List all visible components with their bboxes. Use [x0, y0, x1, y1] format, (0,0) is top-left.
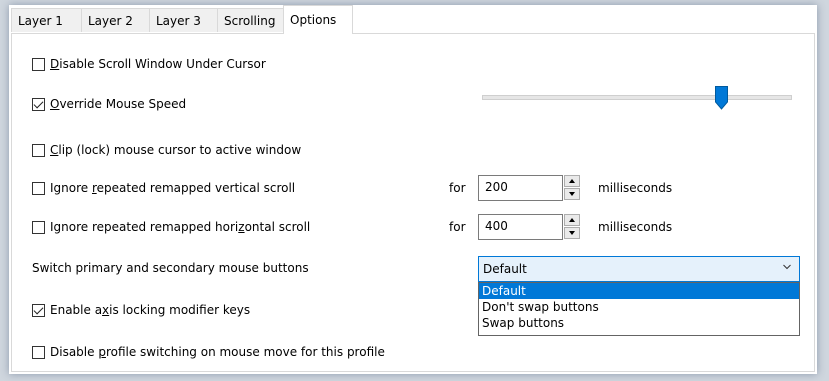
- ignore-horizontal-checkbox[interactable]: [32, 220, 45, 234]
- axis-locking-option[interactable]: Enable axis locking modifier keys: [32, 301, 250, 319]
- ignore-vertical-option[interactable]: Ignore repeated remapped vertical scroll: [32, 179, 295, 197]
- tab-options[interactable]: Options: [283, 5, 353, 34]
- clip-cursor-option[interactable]: Clip (lock) mouse cursor to active windo…: [32, 141, 301, 159]
- checkmark-icon: [33, 304, 44, 314]
- switch-buttons-select[interactable]: Default: [478, 256, 800, 282]
- vertical-for-label: for: [449, 181, 466, 195]
- vertical-spin-up-button[interactable]: [564, 175, 580, 187]
- tab-layer-2[interactable]: Layer 2: [81, 8, 150, 32]
- arrow-up-icon: [569, 179, 575, 183]
- switch-buttons-dropdown-list: Default Don't swap buttons Swap buttons: [478, 282, 800, 336]
- chevron-down-icon: [783, 264, 791, 270]
- vertical-ms-unit: milliseconds: [598, 181, 673, 195]
- override-mouse-speed-checkbox[interactable]: [32, 97, 45, 111]
- disable-profile-switching-checkbox[interactable]: [32, 345, 45, 359]
- override-mouse-speed-label: Override Mouse Speed: [50, 97, 187, 111]
- ignore-vertical-checkbox[interactable]: [32, 181, 45, 195]
- mouse-speed-slider-track[interactable]: [482, 95, 792, 100]
- horizontal-for-label: for: [449, 220, 466, 234]
- disable-scroll-window-label: Disable Scroll Window Under Cursor: [50, 57, 266, 71]
- arrow-down-icon: [569, 192, 575, 196]
- tab-layer-1[interactable]: Layer 1: [11, 8, 82, 32]
- tab-options-label: Options: [290, 13, 337, 27]
- tab-layer-2-label: Layer 2: [88, 14, 133, 28]
- options-dialog: Layer 1 Layer 2 Layer 3 Scrolling Option…: [9, 5, 817, 374]
- tab-scrolling-label: Scrolling: [224, 14, 276, 28]
- tab-layer-3-label: Layer 3: [156, 14, 201, 28]
- disable-profile-switching-label: Disable profile switching on mouse move …: [50, 345, 385, 359]
- vertical-spin-down-button[interactable]: [564, 188, 580, 200]
- switch-buttons-selected-value: Default: [483, 262, 527, 276]
- ignore-horizontal-option[interactable]: Ignore repeated remapped horizontal scro…: [32, 218, 310, 236]
- checkmark-icon: [33, 98, 44, 108]
- horizontal-spin-down-button[interactable]: [564, 227, 580, 239]
- vertical-ms-spinner: [563, 175, 581, 201]
- horizontal-ms-input[interactable]: 400: [478, 214, 563, 240]
- options-panel: Disable Scroll Window Under Cursor Overr…: [11, 33, 815, 372]
- horizontal-ms-spinner: [563, 214, 581, 240]
- horizontal-spin-up-button[interactable]: [564, 214, 580, 226]
- disable-scroll-window-checkbox[interactable]: [32, 57, 45, 71]
- mouse-speed-slider-thumb[interactable]: [715, 86, 728, 110]
- ignore-horizontal-label: Ignore repeated remapped horizontal scro…: [50, 220, 311, 234]
- disable-scroll-window-option[interactable]: Disable Scroll Window Under Cursor: [32, 55, 266, 73]
- axis-locking-label: Enable axis locking modifier keys: [50, 303, 251, 317]
- vertical-ms-input[interactable]: 200: [478, 175, 563, 201]
- arrow-down-icon: [569, 231, 575, 235]
- switch-buttons-label: Switch primary and secondary mouse butto…: [32, 261, 309, 275]
- tab-scrolling[interactable]: Scrolling: [217, 8, 285, 32]
- ignore-vertical-label: Ignore repeated remapped vertical scroll: [50, 181, 296, 195]
- disable-profile-switching-option[interactable]: Disable profile switching on mouse move …: [32, 343, 385, 361]
- dropdown-option-swap[interactable]: Swap buttons: [479, 315, 799, 331]
- horizontal-ms-unit: milliseconds: [598, 220, 673, 234]
- arrow-up-icon: [569, 218, 575, 222]
- tab-layer-1-label: Layer 1: [18, 14, 63, 28]
- override-mouse-speed-option[interactable]: Override Mouse Speed: [32, 95, 186, 113]
- dropdown-option-dont-swap[interactable]: Don't swap buttons: [479, 299, 799, 315]
- axis-locking-checkbox[interactable]: [32, 303, 45, 317]
- dropdown-option-default[interactable]: Default: [479, 283, 799, 299]
- clip-cursor-label: Clip (lock) mouse cursor to active windo…: [50, 143, 302, 157]
- tab-strip: Layer 1 Layer 2 Layer 3 Scrolling Option…: [9, 5, 817, 34]
- clip-cursor-checkbox[interactable]: [32, 143, 45, 157]
- tab-layer-3[interactable]: Layer 3: [149, 8, 218, 32]
